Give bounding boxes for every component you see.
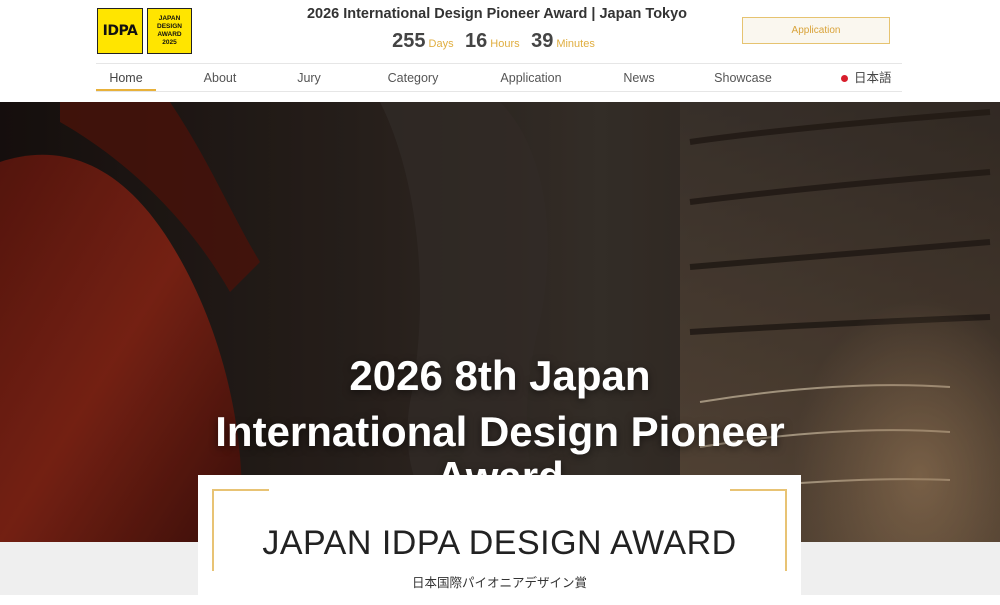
badge-line: AWARD [157, 31, 182, 38]
nav-category[interactable]: Category [378, 64, 448, 92]
nav-showcase[interactable]: Showcase [707, 64, 779, 92]
intro-card-title: JAPAN IDPA DESIGN AWARD [262, 524, 737, 562]
badge-line: 2025 [162, 39, 177, 46]
nav-news[interactable]: News [612, 64, 666, 92]
hero-title-line-1: 2026 8th Japan [349, 352, 651, 399]
badge-line: DESIGN [157, 23, 182, 30]
countdown-hours-value: 16 [465, 30, 488, 52]
japan-flag-icon [841, 74, 848, 82]
countdown-days-value: 255 [392, 30, 426, 52]
language-switcher[interactable]: 日本語 [841, 64, 892, 92]
main-nav: Home About Jury Category Application New… [96, 64, 902, 92]
site-title: 2026 International Design Pioneer Award … [306, 6, 688, 22]
badge-line: JAPAN [158, 15, 181, 22]
nav-jury[interactable]: Jury [279, 64, 339, 92]
nav-application[interactable]: Application [494, 64, 568, 92]
nav-home[interactable]: Home [96, 64, 156, 92]
intro-card: JAPAN IDPA DESIGN AWARD 日本国際パイオニアデザイン賞 [198, 475, 801, 605]
site-header: IDPA JAPAN DESIGN AWARD 2025 2026 Intern… [0, 0, 1000, 102]
countdown-minutes-value: 39 [531, 30, 554, 52]
language-label: 日本語 [854, 71, 892, 85]
application-button[interactable]: Application [742, 17, 890, 44]
intro-card-subtitle: 日本国際パイオニアデザイン賞 [411, 576, 587, 590]
award-badge-logo: JAPAN DESIGN AWARD 2025 [147, 8, 192, 54]
idpa-logo[interactable]: IDPA [97, 8, 143, 54]
countdown-hours-unit: Hours [490, 38, 520, 50]
nav-active-indicator [96, 89, 156, 91]
countdown-minutes-unit: Minutes [556, 38, 595, 50]
countdown-days-unit: Days [428, 38, 454, 50]
countdown-timer: 255 Days 16 Hours 39 Minutes [272, 30, 722, 53]
nav-about[interactable]: About [190, 64, 250, 92]
hero-title-line-2: International Design Pioneer [215, 408, 785, 455]
